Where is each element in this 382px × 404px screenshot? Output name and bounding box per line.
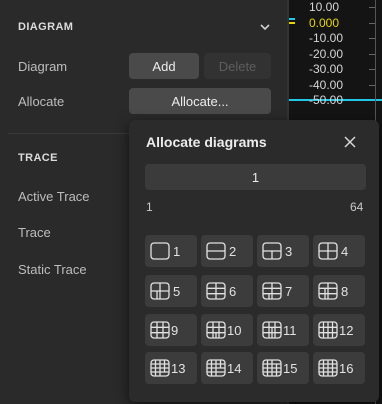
layout-option-14[interactable]: 14 bbox=[201, 352, 253, 384]
layout-option-6[interactable]: 6 bbox=[201, 275, 253, 307]
diagram-label: Diagram bbox=[18, 59, 68, 74]
layout-option-number: 15 bbox=[283, 361, 298, 376]
layout-10-icon bbox=[206, 321, 226, 339]
layout-14-icon bbox=[206, 359, 226, 377]
layout-option-8[interactable]: 8 bbox=[313, 275, 365, 307]
layout-4-icon bbox=[318, 242, 338, 260]
layout-option-number: 11 bbox=[283, 323, 297, 338]
yellow-reference-line bbox=[289, 22, 295, 24]
layout-option-5[interactable]: 5 bbox=[145, 275, 197, 307]
y-tick-mark bbox=[369, 23, 375, 24]
y-tick-label: -10.00 bbox=[309, 31, 344, 45]
layout-option-16[interactable]: 16 bbox=[313, 352, 365, 384]
range-min-label: 1 bbox=[146, 200, 153, 214]
trace-label: Trace bbox=[18, 225, 51, 240]
allocate-diagrams-popup: Allocate diagrams 1 1 64 1 2 3 4 5 6 7 8… bbox=[129, 120, 379, 402]
layout-16-icon bbox=[318, 359, 338, 377]
layout-8-icon bbox=[318, 282, 338, 300]
y-tick-label: -50.00 bbox=[309, 93, 344, 107]
layout-12-icon bbox=[318, 321, 338, 339]
cyan-marker-line bbox=[289, 18, 295, 20]
layout-1-icon bbox=[150, 242, 170, 260]
close-icon[interactable] bbox=[342, 134, 358, 150]
layout-option-2[interactable]: 2 bbox=[201, 235, 253, 267]
y-tick-mark bbox=[369, 85, 375, 86]
layout-option-number: 12 bbox=[339, 323, 354, 338]
layout-option-number: 7 bbox=[285, 284, 293, 299]
layout-option-number: 1 bbox=[173, 244, 181, 259]
y-tick-label: 0.000 bbox=[309, 16, 340, 30]
delete-diagram-button[interactable]: Delete bbox=[204, 53, 271, 79]
y-tick-label: -40.00 bbox=[309, 78, 344, 92]
y-tick-label: -20.00 bbox=[309, 47, 344, 61]
static-trace-label: Static Trace bbox=[18, 262, 87, 277]
layout-option-number: 8 bbox=[341, 284, 349, 299]
y-tick-mark bbox=[369, 54, 375, 55]
layout-15-icon bbox=[262, 359, 282, 377]
layout-option-number: 2 bbox=[229, 244, 237, 259]
y-tick-mark bbox=[369, 38, 375, 39]
layout-option-number: 16 bbox=[339, 361, 354, 376]
layout-5-icon bbox=[150, 282, 170, 300]
layout-option-9[interactable]: 9 bbox=[145, 314, 197, 346]
layout-option-number: 3 bbox=[285, 244, 293, 259]
layout-option-number: 14 bbox=[227, 361, 242, 376]
y-tick-label: 10.00 bbox=[309, 0, 340, 14]
layout-7-icon bbox=[262, 282, 282, 300]
range-max-label: 64 bbox=[350, 200, 364, 214]
active-trace-label: Active Trace bbox=[18, 189, 90, 204]
layout-option-number: 9 bbox=[171, 323, 179, 338]
layout-2-icon bbox=[206, 242, 226, 260]
layout-option-15[interactable]: 15 bbox=[257, 352, 309, 384]
diagram-section-title: DIAGRAM bbox=[18, 21, 74, 33]
layout-9-icon bbox=[150, 321, 170, 339]
y-tick-label: -30.00 bbox=[309, 62, 344, 76]
layout-option-4[interactable]: 4 bbox=[313, 235, 365, 267]
chevron-down-icon[interactable] bbox=[258, 20, 272, 34]
layout-3-icon bbox=[262, 242, 282, 260]
y-tick-mark bbox=[369, 7, 375, 8]
layout-option-number: 5 bbox=[173, 284, 181, 299]
layout-option-13[interactable]: 13 bbox=[145, 352, 197, 384]
popup-title: Allocate diagrams bbox=[146, 134, 267, 150]
layout-option-7[interactable]: 7 bbox=[257, 275, 309, 307]
layout-option-10[interactable]: 10 bbox=[201, 314, 253, 346]
layout-option-3[interactable]: 3 bbox=[257, 235, 309, 267]
layout-option-number: 13 bbox=[171, 361, 186, 376]
layout-option-number: 4 bbox=[341, 244, 349, 259]
layout-option-number: 10 bbox=[227, 323, 242, 338]
y-tick-mark bbox=[369, 69, 375, 70]
layout-6-icon bbox=[206, 282, 226, 300]
add-diagram-button[interactable]: Add bbox=[129, 53, 199, 79]
allocate-button[interactable]: Allocate... bbox=[129, 88, 271, 114]
layout-option-number: 6 bbox=[229, 284, 237, 299]
layout-option-11[interactable]: 11 bbox=[257, 314, 309, 346]
layout-option-12[interactable]: 12 bbox=[313, 314, 365, 346]
layout-option-1[interactable]: 1 bbox=[145, 235, 197, 267]
diagram-count-input[interactable]: 1 bbox=[145, 164, 366, 190]
allocate-label: Allocate bbox=[18, 94, 65, 109]
layout-13-icon bbox=[150, 359, 170, 377]
layout-11-icon bbox=[262, 321, 282, 339]
